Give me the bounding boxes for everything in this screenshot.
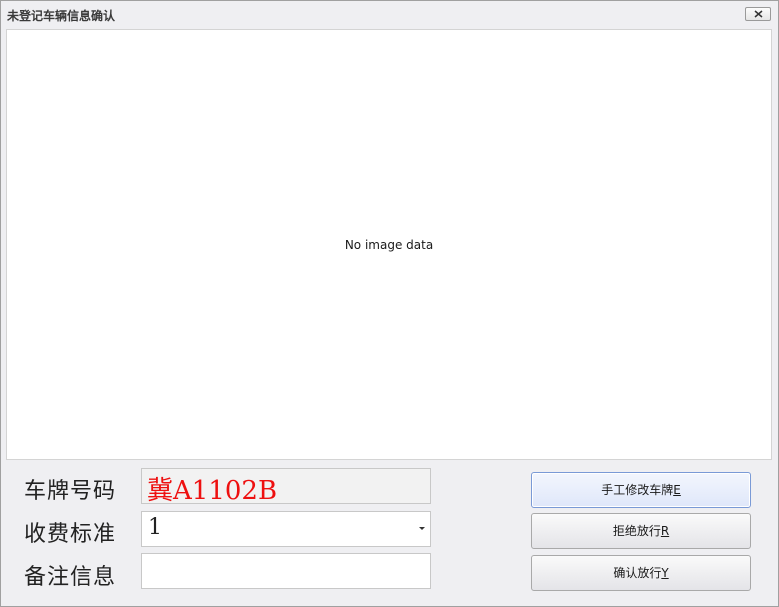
edit-plate-shortcut: E [673, 483, 681, 497]
reject-pass-button-label: 拒绝放行 [612, 524, 661, 538]
no-image-text: No image data [344, 238, 434, 252]
reject-pass-shortcut: R [660, 524, 670, 538]
edit-plate-button[interactable]: 手工修改车牌E [531, 472, 751, 508]
fee-standard-value: 1 [148, 515, 162, 540]
plate-number-field: 冀A1102B [141, 468, 431, 506]
close-button[interactable] [745, 7, 771, 21]
confirm-pass-button-label: 确认放行 [613, 566, 662, 580]
title-bar: 未登记车辆信息确认 [1, 1, 778, 28]
fee-standard-label: 收费标准 [24, 522, 117, 547]
plate-number-value: 冀A1102B [147, 476, 278, 506]
dropdown-arrow-icon[interactable] [419, 527, 425, 530]
dialog-window: 未登记车辆信息确认 No image data 车牌号码 冀A1102B 收费标… [0, 0, 779, 607]
plate-number-label: 车牌号码 [24, 479, 117, 504]
reject-pass-button[interactable]: 拒绝放行R [531, 513, 751, 549]
window-title: 未登记车辆信息确认 [7, 9, 116, 23]
vehicle-image-panel: No image data [6, 29, 772, 460]
remark-input[interactable] [141, 553, 431, 589]
confirm-pass-button[interactable]: 确认放行Y [531, 555, 751, 591]
confirm-pass-shortcut: Y [661, 566, 669, 580]
fee-standard-select[interactable]: 1 [141, 511, 431, 547]
remark-label: 备注信息 [24, 565, 117, 590]
edit-plate-button-label: 手工修改车牌 [601, 483, 674, 497]
close-icon [754, 10, 763, 18]
